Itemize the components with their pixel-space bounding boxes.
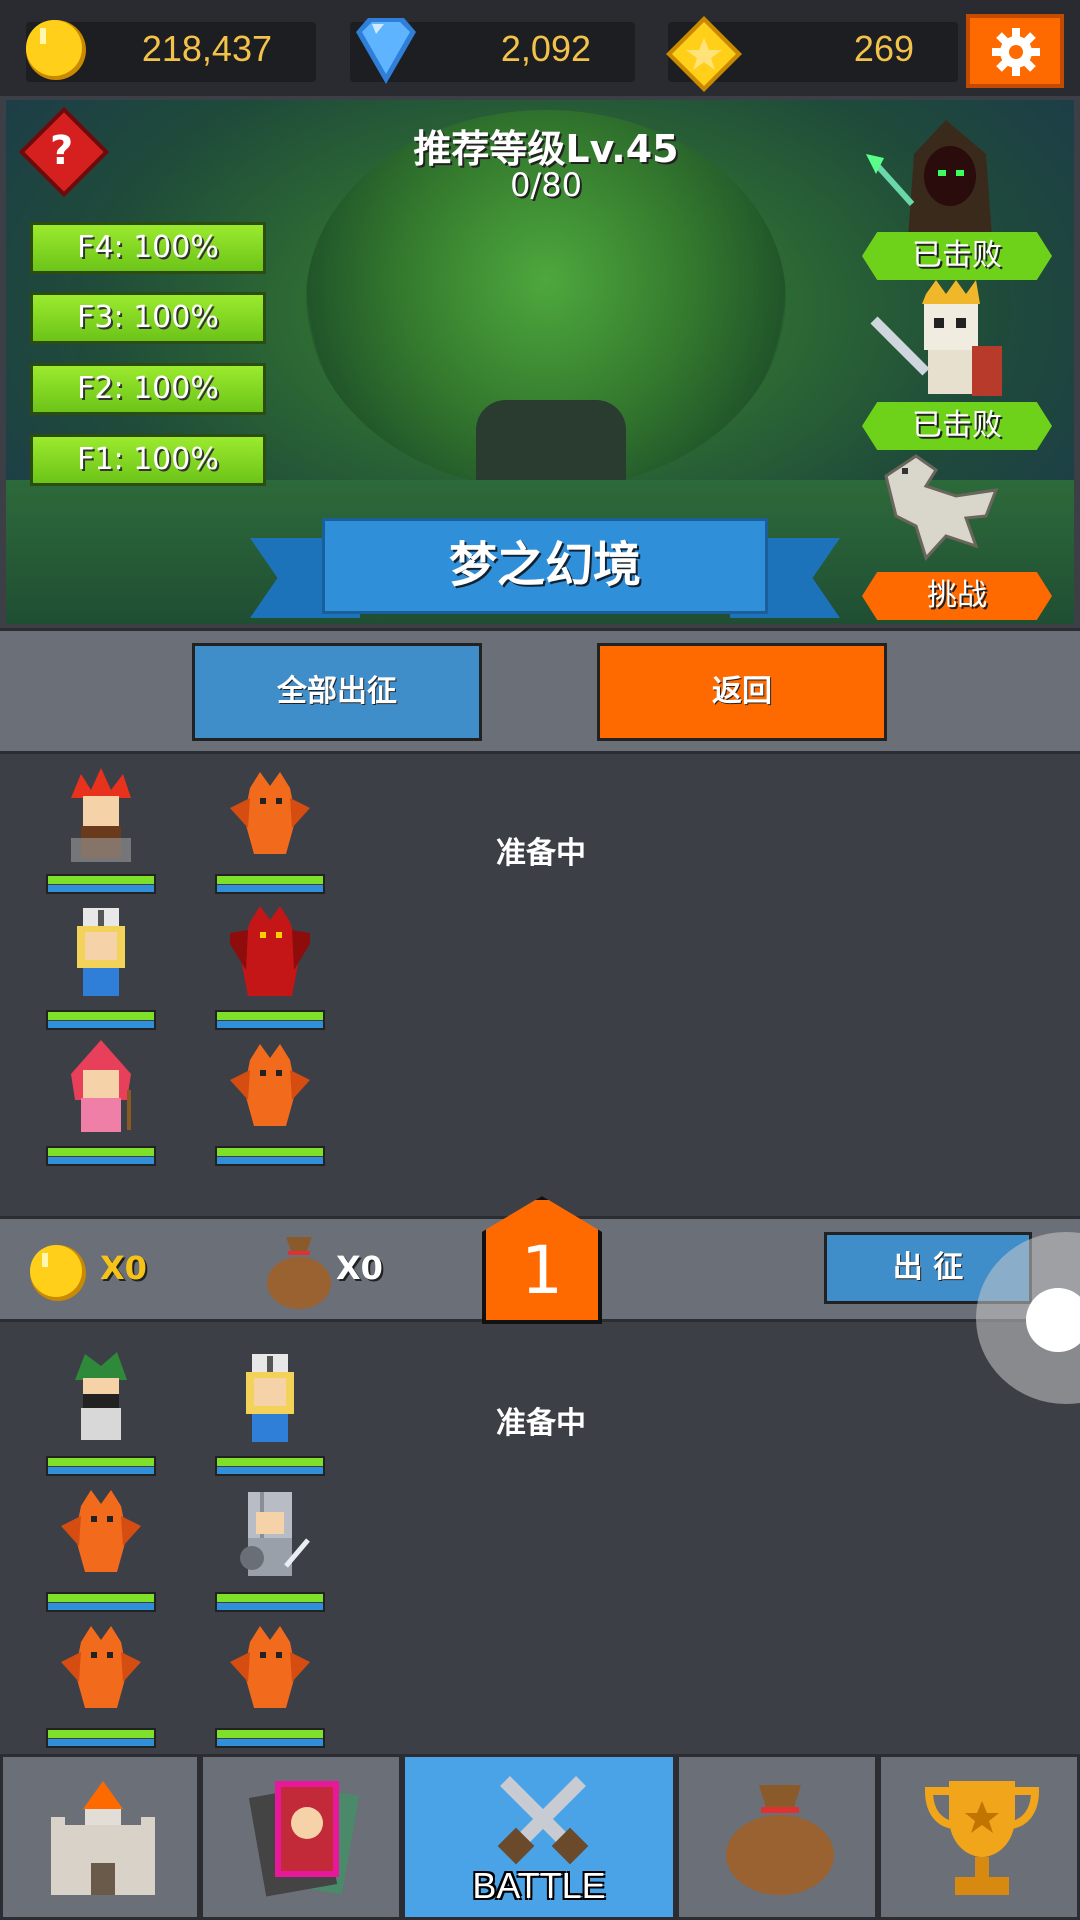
gold-coin-icon — [30, 1245, 86, 1301]
orange-dragon-sprite — [230, 1626, 310, 1708]
diamond-icon — [356, 18, 416, 84]
squad-2-panel: 准备中 — [0, 1334, 1080, 1754]
squad-number: 1 — [521, 1232, 563, 1309]
squad-2-status: 准备中 — [496, 1406, 586, 1441]
unit-red-dragon[interactable] — [215, 900, 325, 1034]
star-coin-icon — [666, 16, 742, 92]
unit-hp-bar — [46, 1728, 156, 1748]
unit-hp-bar — [215, 1456, 325, 1476]
unit-hp-bar — [46, 1456, 156, 1476]
unit-hp-bar — [215, 1592, 325, 1612]
unit-orange-dragon[interactable] — [46, 1618, 156, 1752]
blonde-cleric-sprite — [246, 1354, 294, 1442]
orange-dragon-sprite — [230, 772, 310, 854]
unit-hp-bar — [46, 1010, 156, 1030]
orange-dragon-sprite — [230, 1044, 310, 1126]
trophy-icon — [925, 1781, 1039, 1895]
unit-hp-bar — [215, 1146, 325, 1166]
back-button[interactable]: 返回 — [597, 643, 887, 741]
action-bar: 全部出征 返回 — [0, 628, 1080, 754]
bottom-nav: BATTLE — [0, 1754, 1080, 1920]
gear-icon — [992, 28, 1040, 76]
red-dragon-sprite — [230, 906, 310, 996]
tab-battle[interactable]: BATTLE — [402, 1754, 676, 1920]
boss-3-status[interactable]: 挑战 — [862, 572, 1052, 620]
squad-coin-count: X0 — [100, 1249, 147, 1287]
boss-2-status: 已击败 — [862, 402, 1052, 450]
deploy-all-button[interactable]: 全部出征 — [192, 643, 482, 741]
squad-1-panel: 准备中 — [0, 764, 1080, 1216]
currency-bar: 218,437 2,092 269 — [0, 0, 1080, 96]
unit-blonde-cleric[interactable] — [215, 1346, 325, 1480]
red-hair-warrior-sprite — [71, 768, 131, 862]
unit-red-hood-mage[interactable] — [46, 1036, 156, 1170]
unit-orange-dragon[interactable] — [215, 1618, 325, 1752]
orange-dragon-sprite — [61, 1490, 141, 1572]
tab-cards[interactable] — [200, 1754, 402, 1920]
hooded-mage-boss-icon[interactable] — [856, 114, 1016, 238]
coin-counter: 218,437 — [26, 20, 316, 82]
help-button[interactable]: ? — [18, 106, 110, 198]
crossed-swords-icon — [497, 1776, 589, 1865]
unit-blonde-cleric[interactable] — [46, 900, 156, 1034]
floor-f3[interactable]: F3: 100% — [30, 292, 266, 344]
unit-hp-bar — [215, 874, 325, 894]
unit-hp-bar — [46, 874, 156, 894]
unit-orange-dragon[interactable] — [215, 1036, 325, 1170]
armored-knight-sprite — [240, 1492, 310, 1576]
game-screen: 218,437 2,092 269 ? 推荐等级Lv.45 0/80 F4: 1… — [0, 0, 1080, 1920]
stage-name-banner: 梦之幻境 — [250, 518, 840, 618]
settings-button[interactable] — [966, 14, 1064, 88]
coin-value: 218,437 — [141, 28, 272, 69]
unit-green-hair-rogue[interactable] — [46, 1346, 156, 1480]
unit-hp-bar — [46, 1592, 156, 1612]
battle-tab-label: BATTLE — [472, 1865, 606, 1906]
bone-dragon-boss-icon[interactable] — [856, 446, 1016, 570]
gem-value: 2,092 — [500, 28, 591, 69]
floor-f4[interactable]: F4: 100% — [30, 222, 266, 274]
unit-hp-bar — [215, 1010, 325, 1030]
star-coin-counter: 269 — [666, 16, 958, 92]
green-hair-rogue-sprite — [75, 1352, 127, 1440]
squad-bag-count: X0 — [336, 1249, 383, 1287]
red-hood-mage-sprite — [71, 1040, 131, 1132]
unit-hp-bar — [46, 1146, 156, 1166]
blonde-cleric-sprite — [77, 908, 125, 996]
stage-panel: ? 推荐等级Lv.45 0/80 F4: 100% F3: 100% F2: 1… — [6, 100, 1074, 624]
unit-orange-dragon[interactable] — [46, 1482, 156, 1616]
question-icon: ? — [49, 128, 74, 175]
unit-armored-knight[interactable] — [215, 1482, 325, 1616]
floor-f2[interactable]: F2: 100% — [30, 363, 266, 415]
boss-1-status: 已击败 — [862, 232, 1052, 280]
star-coin-value: 269 — [853, 28, 914, 69]
unit-red-hair-warrior[interactable] — [46, 764, 156, 898]
loot-bag-icon — [267, 1237, 331, 1309]
stage-name: 梦之幻境 — [322, 518, 768, 614]
orange-dragon-sprite — [61, 1626, 141, 1708]
tab-trophy[interactable] — [878, 1754, 1080, 1920]
gold-coin-icon — [26, 20, 86, 80]
hero-cards-icon — [249, 1781, 360, 1897]
loot-bag-icon — [726, 1785, 834, 1895]
recommended-level: 推荐等级Lv.45 — [413, 127, 679, 171]
tab-castle[interactable] — [0, 1754, 200, 1920]
gem-counter: 2,092 — [350, 18, 635, 84]
floor-f1[interactable]: F1: 100% — [30, 434, 266, 486]
castle-icon — [51, 1781, 155, 1895]
stage-progress: 0/80 — [510, 166, 582, 204]
skeleton-king-boss-icon[interactable] — [856, 280, 1016, 404]
unit-hp-bar — [215, 1728, 325, 1748]
squad-1-status: 准备中 — [496, 836, 586, 871]
tab-loot[interactable] — [676, 1754, 878, 1920]
unit-orange-dragon[interactable] — [215, 764, 325, 898]
